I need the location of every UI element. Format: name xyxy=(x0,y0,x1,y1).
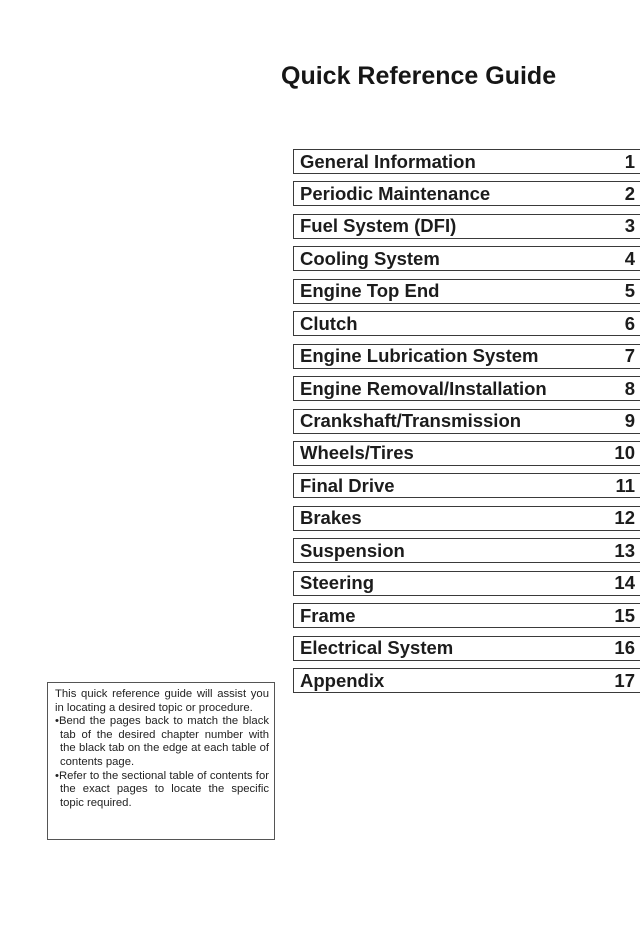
usage-bullet-sectional-toc: •Refer to the sectional table of content… xyxy=(55,769,269,809)
toc-label: Engine Top End xyxy=(300,280,440,302)
toc-label: Clutch xyxy=(300,312,358,334)
toc-label: Wheels/Tires xyxy=(300,442,414,464)
toc-chapter-number: 17 xyxy=(614,669,635,691)
usage-bullet-bend-pages: •Bend the pages back to match the black … xyxy=(55,715,269,768)
toc-row-periodic-maintenance[interactable]: Periodic Maintenance 2 xyxy=(293,181,640,207)
toc-row-cooling-system[interactable]: Cooling System 4 xyxy=(293,246,640,272)
toc-chapter-number: 7 xyxy=(624,345,635,367)
toc-row-engine-top-end[interactable]: Engine Top End 5 xyxy=(293,278,640,304)
usage-instructions-box: This quick reference guide will assist y… xyxy=(47,682,275,840)
toc-chapter-number: 2 xyxy=(624,182,635,204)
toc-row-electrical-system[interactable]: Electrical System 16 xyxy=(293,635,640,661)
page-title: Quick Reference Guide xyxy=(281,62,557,90)
toc-chapter-number: 8 xyxy=(624,377,635,399)
toc-row-wheels-tires[interactable]: Wheels/Tires 10 xyxy=(293,440,640,466)
toc-chapter-number: 3 xyxy=(624,215,635,237)
toc-row-final-drive[interactable]: Final Drive 11 xyxy=(293,473,640,499)
toc-label: Suspension xyxy=(300,539,405,561)
toc-chapter-number: 16 xyxy=(614,637,635,659)
toc-label: Engine Lubrication System xyxy=(300,345,539,367)
toc-label: Final Drive xyxy=(300,474,395,496)
toc-chapter-number: 4 xyxy=(624,247,635,269)
toc-label: Electrical System xyxy=(300,637,454,659)
table-of-contents: General Information 1 Periodic Maintenan… xyxy=(293,149,640,700)
toc-chapter-number: 1 xyxy=(624,150,635,172)
toc-label: Cooling System xyxy=(300,247,440,269)
toc-chapter-number: 6 xyxy=(624,312,635,334)
toc-row-brakes[interactable]: Brakes 12 xyxy=(293,505,640,531)
toc-label: Crankshaft/Transmission xyxy=(300,410,522,431)
toc-label: General Information xyxy=(300,150,476,172)
toc-row-crankshaft-transmission[interactable]: Crankshaft/Transmission 9 xyxy=(293,408,640,434)
toc-row-suspension[interactable]: Suspension 13 xyxy=(293,538,640,564)
toc-label: Periodic Maintenance xyxy=(300,182,491,204)
toc-label: Engine Removal/Installation xyxy=(300,377,547,399)
toc-label: Brakes xyxy=(300,507,362,529)
toc-chapter-number: 9 xyxy=(624,410,635,431)
toc-chapter-number: 5 xyxy=(624,280,635,302)
toc-label: Steering xyxy=(300,572,375,594)
toc-row-engine-lubrication-system[interactable]: Engine Lubrication System 7 xyxy=(293,343,640,369)
toc-row-appendix[interactable]: Appendix 17 xyxy=(293,668,640,693)
toc-chapter-number: 12 xyxy=(614,507,635,529)
toc-row-frame[interactable]: Frame 15 xyxy=(293,603,640,629)
toc-chapter-number: 13 xyxy=(614,539,635,561)
toc-chapter-number: 11 xyxy=(615,474,635,496)
toc-row-clutch[interactable]: Clutch 6 xyxy=(293,311,640,337)
toc-label: Fuel System (DFI) xyxy=(300,215,457,237)
toc-chapter-number: 14 xyxy=(614,572,635,594)
toc-row-steering[interactable]: Steering 14 xyxy=(293,570,640,596)
toc-row-general-information[interactable]: General Information 1 xyxy=(293,149,640,174)
toc-chapter-number: 15 xyxy=(614,604,635,626)
toc-chapter-number: 10 xyxy=(614,442,635,464)
toc-label: Appendix xyxy=(300,669,385,691)
toc-row-fuel-system[interactable]: Fuel System (DFI) 3 xyxy=(293,213,640,239)
toc-label: Frame xyxy=(300,604,356,626)
toc-row-engine-removal-installation[interactable]: Engine Removal/Installation 8 xyxy=(293,376,640,402)
usage-intro-text: This quick reference guide will assist y… xyxy=(55,688,269,714)
